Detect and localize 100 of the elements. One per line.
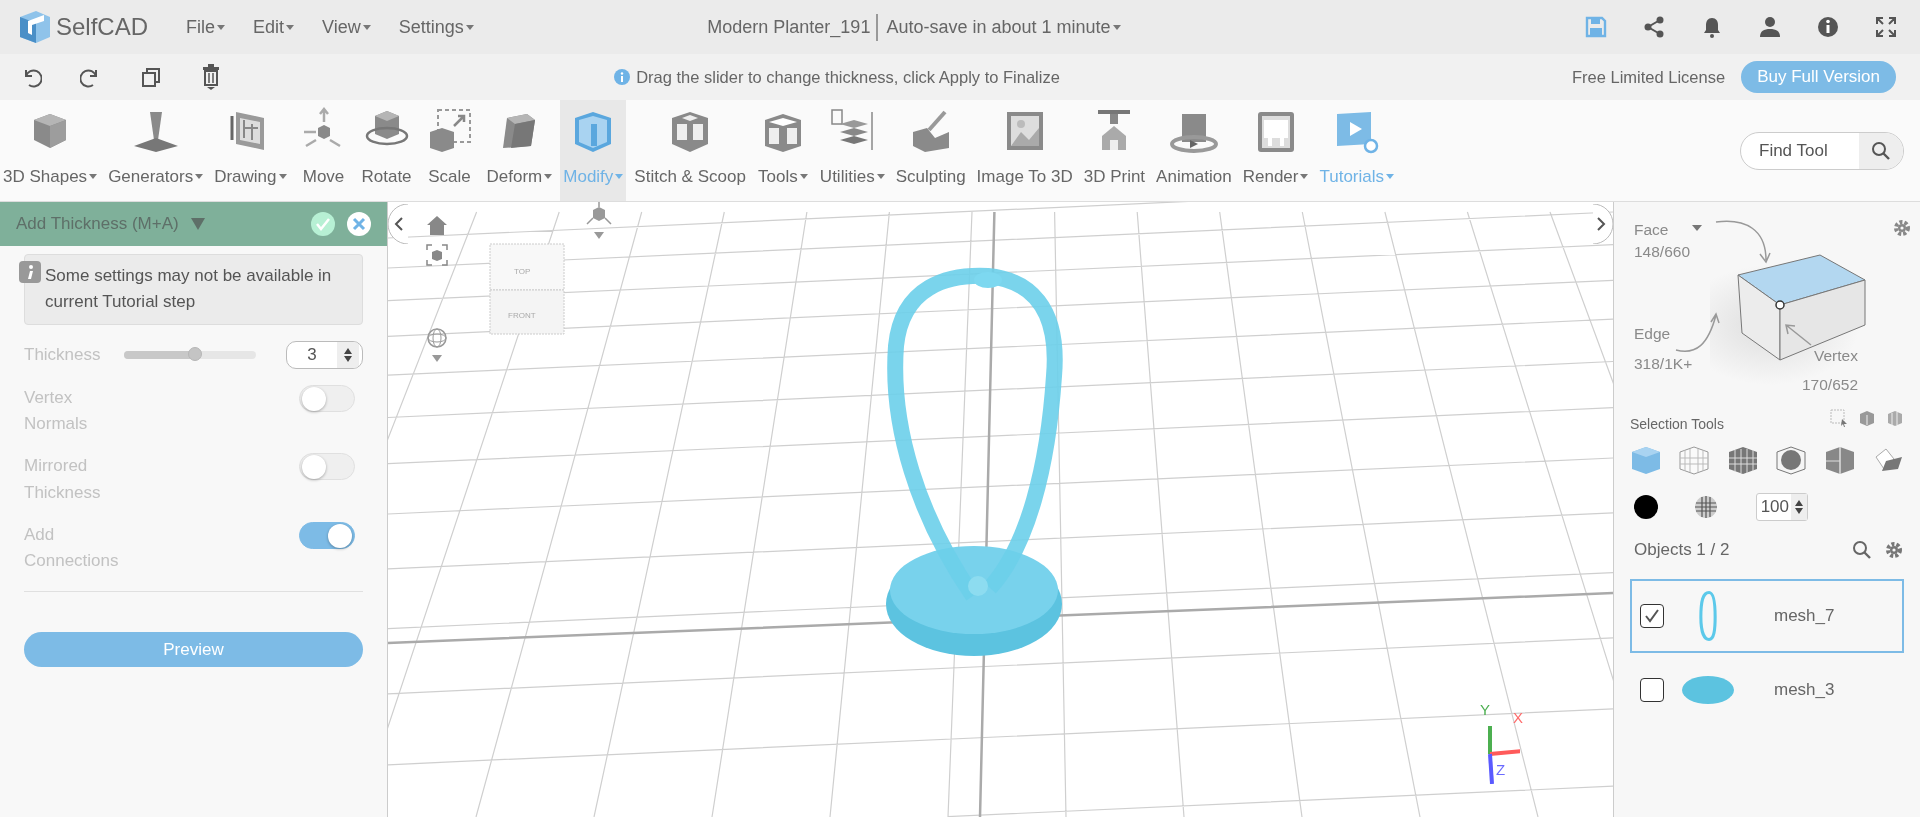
loop-mesh-thumbnail [1699,590,1717,641]
copy-icon[interactable] [140,66,162,88]
fit-view-icon[interactable] [426,244,448,266]
settings-icon[interactable] [1884,539,1904,560]
caret-icon [217,25,226,31]
autosave-status[interactable]: Auto-save in about 1 minute [878,13,1135,41]
caret-icon [1112,25,1121,31]
toolbar-tool[interactable]: Utilities [816,100,888,201]
caret-icon[interactable] [190,218,205,230]
face-count: 148/660 [1634,242,1691,262]
toggle-switch[interactable] [299,384,355,412]
find-tool-input[interactable]: Find Tool [1741,136,1851,165]
axis-label: X [1513,710,1523,725]
search-icon[interactable] [1871,140,1891,161]
toolbar-tool[interactable]: Stitch & Scoop [631,100,749,201]
info-icon [19,261,41,283]
object-checkbox[interactable] [1640,677,1664,702]
caret-icon [362,25,371,31]
toolbar-tool[interactable]: 3D Print [1080,100,1149,201]
toggle-switch[interactable] [299,453,355,481]
menu-item[interactable]: View [308,13,385,41]
spinner-button[interactable] [1791,494,1807,520]
toolbar-tool[interactable]: Deform [483,100,556,201]
logo-text: SelfCAD [56,12,149,42]
find-tool-field[interactable]: Find Tool [1740,131,1904,170]
spinner-button[interactable] [337,341,359,368]
toolbar-tool[interactable]: Image To 3D [973,100,1076,201]
toolbar-tool[interactable]: Tools [753,100,812,201]
checkmark-icon [1644,607,1660,624]
panel-title: Add Thickness (M+A) [16,213,179,236]
toolbar-tool[interactable]: Animation [1153,100,1235,201]
caret-icon [278,174,287,180]
user-icon[interactable] [1758,15,1782,39]
caret-icon [799,174,808,180]
expand-right-icon[interactable] [1593,204,1613,244]
face-mode-label[interactable]: Face [1634,218,1669,242]
selection-tools-label: Selection Tools [1630,415,1724,434]
collapse-left-icon[interactable] [388,204,408,244]
slice-select-icon[interactable] [1886,409,1904,427]
caret-icon [544,174,553,180]
caret-icon[interactable] [1692,225,1702,231]
object-list-item[interactable]: mesh_3 [1630,652,1904,727]
axis-label: Y [1480,702,1490,717]
info-icon [614,69,631,85]
notice-text: Some settings may not be available in current Tutorial step [45,265,333,314]
texture-sphere-icon[interactable] [1694,495,1718,519]
objects-count-label: Objects 1 / 2 [1634,539,1730,561]
toolbar-tool[interactable]: Move [294,100,353,201]
fullscreen-icon[interactable] [1874,15,1898,39]
color-swatch-icon[interactable] [1634,495,1658,519]
cancel-close-icon[interactable] [347,212,371,236]
settings-icon[interactable] [1892,218,1912,238]
thickness-input[interactable]: 3 [287,341,337,368]
toolbar-tool[interactable]: Generators [105,100,207,201]
toolbar-tool[interactable]: Render [1239,100,1312,201]
caret-icon [195,174,204,180]
menu-item[interactable]: File [172,13,240,41]
sphere-in-cube-icon[interactable] [1775,443,1808,477]
trash-icon[interactable] [200,64,222,90]
caret-icon [286,25,295,31]
caret-icon [89,174,98,180]
caret-icon [1386,174,1395,180]
toolbar-tool[interactable]: 3D Shapes [0,100,101,201]
box-select-icon[interactable] [1830,409,1848,427]
disc-mesh-thumbnail [1682,675,1734,704]
vertex-mode-label[interactable]: Vertex [1814,344,1858,368]
menu-item[interactable]: Settings [384,13,488,41]
cube-select-icon[interactable] [1858,409,1876,427]
caret-icon [1300,174,1309,180]
object-checkbox[interactable] [1640,603,1664,628]
info-icon[interactable] [1816,15,1840,39]
caret-icon [615,174,624,180]
axis-label: Z [1496,762,1506,777]
caret-icon [876,174,885,180]
edge-mode-label[interactable]: Edge [1634,322,1671,346]
object-name: mesh_7 [1774,604,1835,627]
apply-check-icon[interactable] [311,212,335,236]
opacity-field[interactable]: 100 [1756,493,1808,521]
search-icon[interactable] [1852,539,1872,560]
thickness-slider[interactable] [124,350,256,359]
license-label: Free Limited License [1572,66,1726,88]
spinner-arrows-icon[interactable] [343,346,353,363]
opacity-input[interactable]: 100 [1757,493,1791,521]
toolbar-tool[interactable]: Sculpting [892,100,969,201]
edge-count: 318/1K+ [1634,354,1693,374]
toolbar-tool[interactable]: Drawing [211,100,290,201]
home-icon[interactable] [426,214,448,236]
spinner-arrows-icon[interactable] [1794,499,1804,515]
caret-icon [465,25,474,31]
thickness-field[interactable]: 3 [286,340,363,369]
search-button[interactable] [1859,132,1903,169]
toolbar-tool[interactable]: Rotate [357,100,416,201]
toolbar-tool[interactable]: Scale [420,100,479,201]
slider-thumb[interactable] [188,346,203,361]
menu-item[interactable]: Edit [239,13,309,41]
hint-text: Drag the slider to change thickness, click Apply to Finalize [636,66,1060,88]
share-icon[interactable] [1642,15,1666,39]
toggle-switch[interactable] [299,522,355,550]
object-name: mesh_3 [1774,678,1835,701]
object-list-item[interactable]: mesh_7 [1630,578,1904,653]
